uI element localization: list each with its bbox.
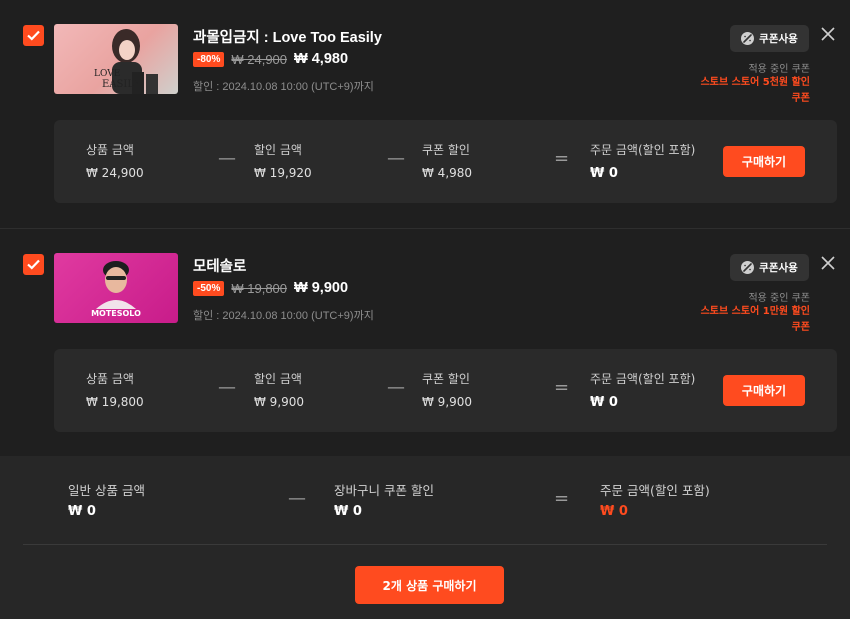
item-checkbox[interactable]	[23, 25, 44, 46]
minus-sign: —	[218, 377, 236, 398]
product-amount: ₩ 19,800	[86, 395, 144, 409]
use-coupon-label: 쿠폰사용	[759, 262, 798, 274]
discount-badge: -50%	[193, 280, 225, 296]
applied-coupon-name: 스토브 스토어 1만원 할인 쿠폰	[700, 306, 810, 333]
buy-all-button[interactable]: 2개 상품 구매하기	[355, 566, 504, 604]
discount-amount-label: 할인 금액	[254, 143, 302, 157]
price-row: -80% ₩ 24,900 ₩ 4,980	[193, 51, 348, 67]
final-price: ₩ 9,900	[294, 280, 349, 296]
check-icon	[27, 30, 40, 41]
discount-amount-label: 할인 금액	[254, 372, 302, 386]
product-thumbnail[interactable]: LOVE EASILY	[54, 24, 178, 94]
svg-text:EASILY: EASILY	[102, 79, 140, 90]
minus-sign: —	[387, 148, 405, 169]
product-title[interactable]: 모테솔로	[193, 255, 246, 276]
sale-period: 할인 : 2024.10.08 10:00 (UTC+9)까지	[193, 81, 374, 93]
applied-coupon-label: 적용 중인 쿠폰	[748, 64, 810, 75]
general-amount-label: 일반 상품 금액	[68, 483, 145, 498]
applied-coupon-label: 적용 중인 쿠폰	[748, 293, 810, 304]
svg-text:LOVE: LOVE	[94, 69, 120, 79]
coupon-discount: ₩ 9,900	[422, 395, 473, 409]
discount-amount: ₩ 19,920	[254, 166, 312, 180]
price-row: -50% ₩ 19,800 ₩ 9,900	[193, 280, 348, 296]
cart-item: LOVE EASILY 과몰입금지 : Love Too Easily -80%…	[0, 0, 850, 228]
item-summary: 상품 금액 ₩ 19,800 — 할인 금액 ₩ 9,900 — 쿠폰 할인 ₩…	[54, 349, 837, 432]
order-amount-label: 주문 금액(할인 포함)	[590, 372, 696, 386]
use-coupon-label: 쿠폰사용	[759, 33, 798, 45]
minus-sign: —	[288, 488, 306, 509]
discount-badge: -80%	[193, 51, 225, 67]
divider	[23, 544, 827, 545]
coupon-discount-label: 쿠폰 할인	[422, 372, 470, 386]
minus-sign: —	[387, 377, 405, 398]
item-summary: 상품 금액 ₩ 24,900 — 할인 금액 ₩ 19,920 — 쿠폰 할인 …	[54, 120, 837, 203]
use-coupon-button[interactable]: 쿠폰사용	[730, 254, 809, 281]
applied-coupon-name: 스토브 스토어 5천원 할인 쿠폰	[700, 77, 810, 104]
coupon-icon	[741, 261, 755, 274]
thumbnail-art: LOVE EASILY	[94, 29, 158, 94]
coupon-discount-label: 쿠폰 할인	[422, 143, 470, 157]
discount-amount: ₩ 9,900	[254, 395, 305, 409]
order-amount: ₩ 0	[590, 166, 618, 181]
cart-coupon-amount: ₩ 0	[334, 504, 362, 519]
order-total: ₩ 0	[600, 504, 628, 519]
product-title[interactable]: 과몰입금지 : Love Too Easily	[193, 26, 382, 47]
close-icon	[821, 256, 835, 270]
buy-button[interactable]: 구매하기	[723, 375, 805, 406]
order-amount: ₩ 0	[590, 395, 618, 410]
equals-sign: =	[554, 148, 570, 169]
buy-button[interactable]: 구매하기	[723, 146, 805, 177]
product-amount-label: 상품 금액	[86, 143, 134, 157]
order-amount-label: 주문 금액(할인 포함)	[590, 143, 696, 157]
item-checkbox[interactable]	[23, 254, 44, 275]
cart-totals: 일반 상품 금액 ₩ 0 — 장바구니 쿠폰 할인 ₩ 0 = 주문 금액(할인…	[0, 456, 850, 619]
product-amount-label: 상품 금액	[86, 372, 134, 386]
original-price: ₩ 24,900	[231, 51, 288, 67]
remove-item-button[interactable]	[818, 253, 838, 273]
check-icon	[27, 259, 40, 270]
sale-period: 할인 : 2024.10.08 10:00 (UTC+9)까지	[193, 310, 374, 322]
product-thumbnail[interactable]: MOTESOLO	[54, 253, 178, 323]
close-icon	[821, 27, 835, 41]
original-price: ₩ 19,800	[231, 280, 288, 296]
cart-coupon-label: 장바구니 쿠폰 할인	[334, 483, 434, 498]
equals-sign: =	[554, 377, 570, 398]
final-price: ₩ 4,980	[294, 51, 349, 67]
use-coupon-button[interactable]: 쿠폰사용	[730, 25, 809, 52]
general-amount: ₩ 0	[68, 504, 96, 519]
coupon-discount: ₩ 4,980	[422, 166, 473, 180]
product-amount: ₩ 24,900	[86, 166, 144, 180]
equals-sign: =	[554, 488, 570, 509]
cart-item: MOTESOLO 모테솔로 -50% ₩ 19,800 ₩ 9,900 할인 :…	[0, 228, 850, 456]
minus-sign: —	[218, 148, 236, 169]
cart-panel: LOVE EASILY 과몰입금지 : Love Too Easily -80%…	[0, 0, 850, 619]
thumbnail-art: MOTESOLO	[91, 261, 141, 318]
remove-item-button[interactable]	[818, 24, 838, 44]
order-total-label: 주문 금액(할인 포함)	[600, 483, 710, 498]
svg-text:MOTESOLO: MOTESOLO	[91, 309, 141, 318]
coupon-icon	[741, 32, 755, 45]
